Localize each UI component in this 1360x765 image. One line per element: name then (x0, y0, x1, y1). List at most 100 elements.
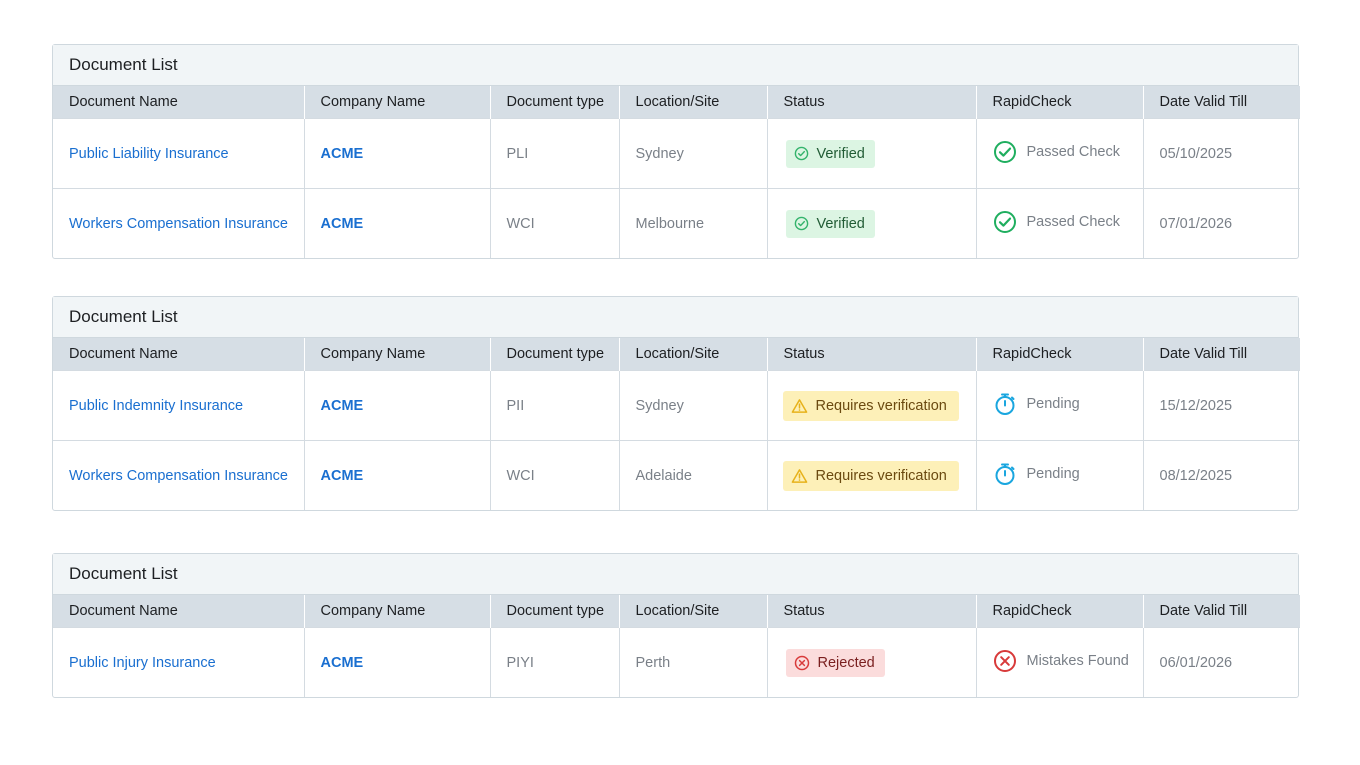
rapidcheck-result: Pending (993, 392, 1080, 416)
document-type-cell: PLI (490, 118, 620, 189)
document-type-cell: WCI (490, 188, 620, 258)
document-table: Document Name Company Name Document type… (53, 595, 1300, 697)
document-table: Document Name Company Name Document type… (53, 86, 1300, 258)
table-header-row: Document Name Company Name Document type… (53, 338, 1300, 371)
column-header-company-name[interactable]: Company Name (304, 338, 491, 371)
table-header-row: Document Name Company Name Document type… (53, 86, 1300, 119)
company-cell: ACME (304, 188, 491, 258)
column-header-document-name[interactable]: Document Name (53, 86, 305, 119)
column-header-location[interactable]: Location/Site (619, 595, 768, 628)
column-header-date-valid-till[interactable]: Date Valid Till (1143, 338, 1300, 371)
check-circle-icon (794, 216, 808, 231)
document-name-link[interactable]: Public Indemnity Insurance (69, 398, 243, 414)
location-cell: Adelaide (619, 440, 768, 510)
date-valid-till-cell: 15/12/2025 (1143, 370, 1300, 441)
stopwatch-icon (995, 393, 1014, 415)
panel-title: Document List (53, 554, 1298, 595)
status-label: Verified (816, 215, 865, 232)
company-link[interactable]: ACME (321, 146, 364, 162)
status-cell: Rejected (767, 627, 977, 697)
rapidcheck-cell: Passed Check (976, 118, 1144, 189)
column-header-company-name[interactable]: Company Name (304, 595, 491, 628)
company-link[interactable]: ACME (321, 655, 364, 671)
document-name-cell: Workers Compensation Insurance (53, 440, 305, 510)
company-cell: ACME (304, 118, 491, 189)
document-table: Document Name Company Name Document type… (53, 338, 1300, 510)
column-header-document-type[interactable]: Document type (490, 86, 620, 119)
document-type-cell: PII (490, 370, 620, 441)
table-row: Public Liability Insurance ACME PLI Sydn… (53, 118, 1300, 189)
status-badge: Verified (785, 209, 875, 238)
document-name-cell: Public Injury Insurance (53, 627, 305, 697)
stopwatch-icon (995, 463, 1014, 485)
x-circle-icon (993, 649, 1016, 672)
status-cell: Verified (767, 118, 977, 189)
document-type-cell: PIYI (490, 627, 620, 697)
column-header-document-type[interactable]: Document type (490, 595, 620, 628)
column-header-location[interactable]: Location/Site (619, 86, 768, 119)
column-header-rapidcheck[interactable]: RapidCheck (976, 595, 1144, 628)
status-cell: Requires verification (767, 440, 977, 510)
rapidcheck-result: Pending (993, 462, 1080, 486)
document-list-panel: Document List Document Name Company Name… (52, 44, 1300, 259)
rapidcheck-cell: Mistakes Found (976, 627, 1144, 697)
rapidcheck-cell: Pending (976, 440, 1144, 510)
warning-icon (791, 468, 807, 483)
x-circle-icon (794, 655, 809, 670)
rapidcheck-label: Pending (1026, 465, 1080, 482)
document-name-cell: Public Indemnity Insurance (53, 370, 305, 441)
rapidcheck-label: Passed Check (1026, 143, 1121, 160)
document-name-link[interactable]: Workers Compensation Insurance (69, 216, 288, 232)
status-badge: Verified (785, 139, 875, 168)
panel-title: Document List (53, 297, 1298, 338)
document-name-cell: Workers Compensation Insurance (53, 188, 305, 258)
column-header-status[interactable]: Status (767, 338, 977, 371)
date-valid-till-cell: 05/10/2025 (1143, 118, 1300, 189)
company-link[interactable]: ACME (321, 468, 364, 484)
column-header-date-valid-till[interactable]: Date Valid Till (1143, 595, 1300, 628)
rapidcheck-result: Passed Check (993, 210, 1121, 234)
location-cell: Sydney (619, 370, 768, 441)
check-circle-icon (794, 146, 808, 161)
rapidcheck-result: Mistakes Found (993, 649, 1129, 673)
company-cell: ACME (304, 627, 491, 697)
column-header-date-valid-till[interactable]: Date Valid Till (1143, 86, 1300, 119)
document-name-link[interactable]: Workers Compensation Insurance (69, 468, 288, 484)
status-cell: Requires verification (767, 370, 977, 441)
column-header-document-type[interactable]: Document type (490, 338, 620, 371)
status-label: Rejected (817, 654, 875, 671)
status-label: Requires verification (815, 397, 947, 414)
company-link[interactable]: ACME (321, 216, 364, 232)
date-valid-till-cell: 06/01/2026 (1143, 627, 1300, 697)
status-badge: Requires verification (782, 390, 959, 421)
column-header-document-name[interactable]: Document Name (53, 595, 305, 628)
table-header-row: Document Name Company Name Document type… (53, 595, 1300, 628)
location-cell: Melbourne (619, 188, 768, 258)
rapidcheck-cell: Passed Check (976, 188, 1144, 258)
column-header-rapidcheck[interactable]: RapidCheck (976, 86, 1144, 119)
company-cell: ACME (304, 440, 491, 510)
column-header-rapidcheck[interactable]: RapidCheck (976, 338, 1144, 371)
company-link[interactable]: ACME (321, 398, 364, 414)
rapidcheck-cell: Pending (976, 370, 1144, 441)
status-cell: Verified (767, 188, 977, 258)
document-name-link[interactable]: Public Liability Insurance (69, 146, 229, 162)
document-list-panel: Document List Document Name Company Name… (52, 296, 1300, 511)
column-header-status[interactable]: Status (767, 595, 977, 628)
column-header-document-name[interactable]: Document Name (53, 338, 305, 371)
document-name-link[interactable]: Public Injury Insurance (69, 655, 216, 671)
column-header-status[interactable]: Status (767, 86, 977, 119)
check-circle-icon (993, 140, 1016, 163)
rapidcheck-label: Passed Check (1026, 213, 1121, 230)
document-list-panel: Document List Document Name Company Name… (52, 553, 1300, 698)
rapidcheck-result: Passed Check (993, 140, 1121, 164)
rapidcheck-label: Pending (1026, 395, 1080, 412)
warning-icon (791, 398, 807, 413)
column-header-location[interactable]: Location/Site (619, 338, 768, 371)
check-circle-icon (993, 210, 1016, 233)
date-valid-till-cell: 08/12/2025 (1143, 440, 1300, 510)
table-row: Workers Compensation Insurance ACME WCI … (53, 188, 1300, 258)
document-name-cell: Public Liability Insurance (53, 118, 305, 189)
panel-title: Document List (53, 45, 1298, 86)
column-header-company-name[interactable]: Company Name (304, 86, 491, 119)
